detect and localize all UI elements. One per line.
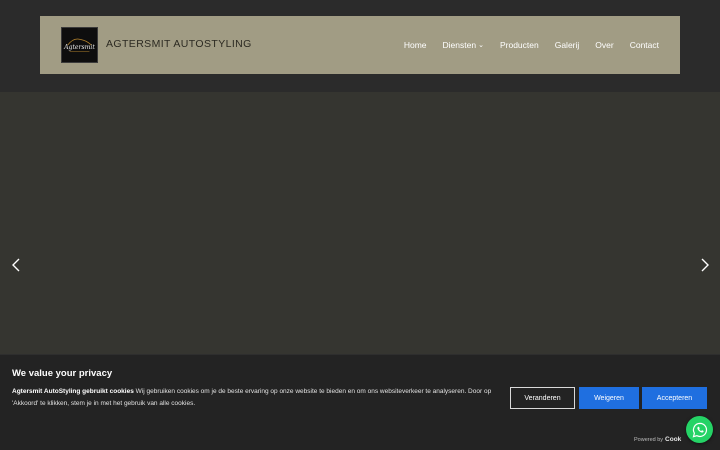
powered-by-brand: Cook (665, 436, 682, 443)
cookie-description: Agtersmit AutoStyling gebruikt cookies W… (12, 386, 504, 410)
chevron-right-icon (701, 258, 709, 272)
nav-item-label: Home (403, 40, 427, 50)
cookie-title: We value your privacy (12, 368, 113, 379)
slider-prev-button[interactable] (8, 257, 24, 273)
hero-slider (0, 92, 720, 354)
powered-by[interactable]: Powered by Cook (634, 436, 681, 443)
chevron-down-icon: ⌄ (478, 42, 484, 49)
nav-item-label: Diensten (442, 40, 477, 50)
site-logo[interactable]: Agtersmit (61, 27, 98, 63)
logo-script-text: Agtersmit (63, 44, 95, 51)
nav-item-label: Producten (499, 40, 539, 50)
chevron-left-icon (12, 258, 20, 272)
nav-item-over[interactable]: Over (595, 40, 613, 50)
whatsapp-button[interactable] (686, 416, 713, 443)
nav-item-label: Galerij (554, 40, 580, 50)
powered-by-label: Powered by (634, 437, 664, 443)
site-brand-name[interactable]: AGTERSMIT AUTOSTYLING (106, 38, 252, 50)
nav-item-label: Over (595, 40, 614, 50)
site-header: Agtersmit AGTERSMIT AUTOSTYLING Home Die… (40, 16, 680, 74)
cookie-change-button[interactable]: Veranderen (510, 387, 575, 409)
nav-item-galerij[interactable]: Galerij (555, 40, 580, 50)
nav-item-home[interactable]: Home (404, 40, 427, 50)
cookie-banner: We value your privacy Agtersmit AutoStyl… (0, 354, 720, 450)
cookie-accept-button[interactable]: Accepteren (642, 387, 707, 409)
nav-item-producten[interactable]: Producten (500, 40, 539, 50)
logo-icon: Agtersmit (62, 28, 97, 62)
nav-item-diensten[interactable]: Diensten ⌄ (443, 40, 484, 50)
main-nav: Home Diensten ⌄ Producten Galerij Over Co… (404, 40, 659, 50)
slider-next-button[interactable] (697, 257, 713, 273)
whatsapp-icon (692, 422, 707, 437)
cookie-lead: Agtersmit AutoStyling gebruikt cookies (12, 388, 134, 395)
cookie-reject-button[interactable]: Weigeren (579, 387, 639, 409)
nav-item-contact[interactable]: Contact (630, 40, 659, 50)
nav-item-label: Contact (629, 40, 659, 50)
